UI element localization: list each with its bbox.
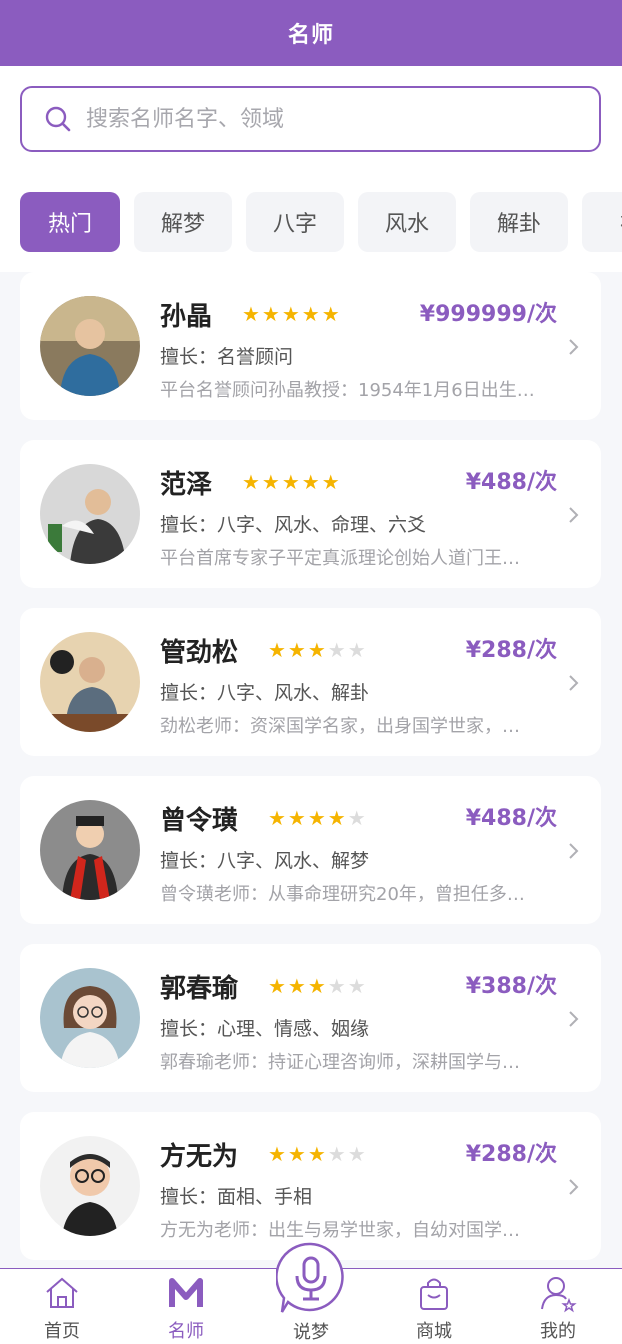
- teacher-skill: 擅长：八字、风水、解梦: [160, 850, 370, 872]
- teacher-desc: 曾令璜老师：从事命理研究20年，曾担任多…: [160, 884, 525, 905]
- price: ¥388/次: [465, 974, 557, 999]
- avatar: [40, 464, 140, 564]
- teacher-card[interactable]: 郭春瑜 ★★★★★ ¥388/次 擅长：心理、情感、姻缘 郭春瑜老师：持证心理咨…: [20, 944, 601, 1092]
- chevron-right-icon: [567, 338, 581, 356]
- teacher-desc: 郭春瑜老师：持证心理咨询师，深耕国学与…: [160, 1052, 520, 1073]
- teacher-card[interactable]: 孙晶 ★★★★★ ¥999999/次 擅长：名誉顾问 平台名誉顾问孙晶教授：19…: [20, 272, 601, 420]
- tab-fengshui[interactable]: 风水: [358, 192, 456, 252]
- page-title: 名师: [287, 23, 334, 48]
- rating-stars: ★★★★★: [242, 302, 342, 326]
- teacher-card[interactable]: 方无为 ★★★★★ ¥288/次 擅长：面相、手相 方无为老师：出生与易学世家，…: [20, 1112, 601, 1260]
- teacher-desc: 平台名誉顾问孙晶教授：1954年1月6日出生…: [160, 380, 535, 401]
- teacher-skill: 擅长：八字、风水、命理、六爻: [160, 514, 427, 536]
- teacher-skill: 擅长：面相、手相: [160, 1186, 313, 1208]
- price: ¥488/次: [465, 470, 557, 495]
- teacher-card[interactable]: 管劲松 ★★★★★ ¥288/次 擅长：八字、风水、解卦 劲松老师：资深国学名家…: [20, 608, 601, 756]
- nav-label: 首页: [44, 1321, 80, 1342]
- teacher-desc: 劲松老师：资深国学名家，出身国学世家，…: [160, 716, 520, 737]
- search-box[interactable]: [20, 86, 601, 152]
- teacher-name: 方无为: [160, 1142, 239, 1172]
- teacher-desc: 平台首席专家子平定真派理论创始人道门王…: [160, 548, 520, 569]
- chevron-right-icon: [567, 842, 581, 860]
- teacher-card[interactable]: 曾令璜 ★★★★★ ¥488/次 擅长：八字、风水、解梦 曾令璜老师：从事命理研…: [20, 776, 601, 924]
- chevron-right-icon: [567, 506, 581, 524]
- teacher-name: 曾令璜: [160, 806, 239, 836]
- nav-dream-talk[interactable]: [275, 1242, 346, 1318]
- search-section: 热门 解梦 八字 风水 解卦 初: [0, 66, 622, 272]
- nav-teachers[interactable]: 名师: [146, 1273, 226, 1343]
- rating-stars: ★★★★★: [268, 806, 368, 830]
- tab-bazi[interactable]: 八字: [246, 192, 344, 252]
- teacher-name: 范泽: [160, 470, 213, 500]
- chevron-right-icon: [567, 1010, 581, 1028]
- tab-dream[interactable]: 解梦: [134, 192, 232, 252]
- teacher-skill: 擅长：名誉顾问: [160, 346, 294, 368]
- shopping-bag-icon: [420, 1278, 448, 1310]
- chevron-right-icon: [567, 674, 581, 692]
- chevron-right-icon: [567, 1178, 581, 1196]
- teacher-desc: 方无为老师：出生与易学世家，自幼对国学…: [160, 1220, 520, 1241]
- avatar: [40, 800, 140, 900]
- tab-divination[interactable]: 解卦: [470, 192, 568, 252]
- teacher-name: 孙晶: [160, 302, 213, 332]
- price: ¥488/次: [465, 806, 557, 831]
- avatar: [40, 296, 140, 396]
- rating-stars: ★★★★★: [242, 470, 342, 494]
- category-tabs: 热门 解梦 八字 风水 解卦 初: [20, 192, 622, 252]
- microphone-icon: [275, 1242, 344, 1313]
- nav-label: 名师: [168, 1321, 204, 1342]
- nav-mall[interactable]: 商城: [394, 1273, 474, 1343]
- nav-home[interactable]: 首页: [22, 1273, 102, 1343]
- rating-stars: ★★★★★: [268, 1142, 368, 1166]
- avatar: [40, 1136, 140, 1236]
- avatar: [40, 632, 140, 732]
- rating-stars: ★★★★★: [268, 638, 368, 662]
- rating-stars: ★★★★★: [268, 974, 368, 998]
- tab-hot[interactable]: 热门: [20, 192, 120, 252]
- price: ¥999999/次: [419, 302, 557, 327]
- home-icon: [46, 1277, 78, 1308]
- price: ¥288/次: [465, 1142, 557, 1167]
- nav-mine[interactable]: 我的: [518, 1273, 598, 1343]
- teacher-name: 管劲松: [160, 638, 239, 668]
- tab-more[interactable]: 初: [582, 192, 622, 252]
- avatar: [40, 968, 140, 1068]
- nav-label: 我的: [540, 1321, 576, 1342]
- teacher-skill: 擅长：心理、情感、姻缘: [160, 1018, 370, 1040]
- search-icon: [44, 105, 72, 133]
- teacher-card[interactable]: 范泽 ★★★★★ ¥488/次 擅长：八字、风水、命理、六爻 平台首席专家子平定…: [20, 440, 601, 588]
- price: ¥288/次: [465, 638, 557, 663]
- nav-label: 商城: [416, 1321, 452, 1342]
- m-logo-icon: [169, 1278, 203, 1307]
- user-star-icon: [541, 1277, 577, 1313]
- top-bar: 名师: [0, 0, 622, 66]
- teacher-skill: 擅长：八字、风水、解卦: [160, 682, 370, 704]
- search-input[interactable]: [86, 106, 566, 132]
- teacher-name: 郭春瑜: [160, 974, 239, 1004]
- nav-label: 说梦: [293, 1322, 329, 1343]
